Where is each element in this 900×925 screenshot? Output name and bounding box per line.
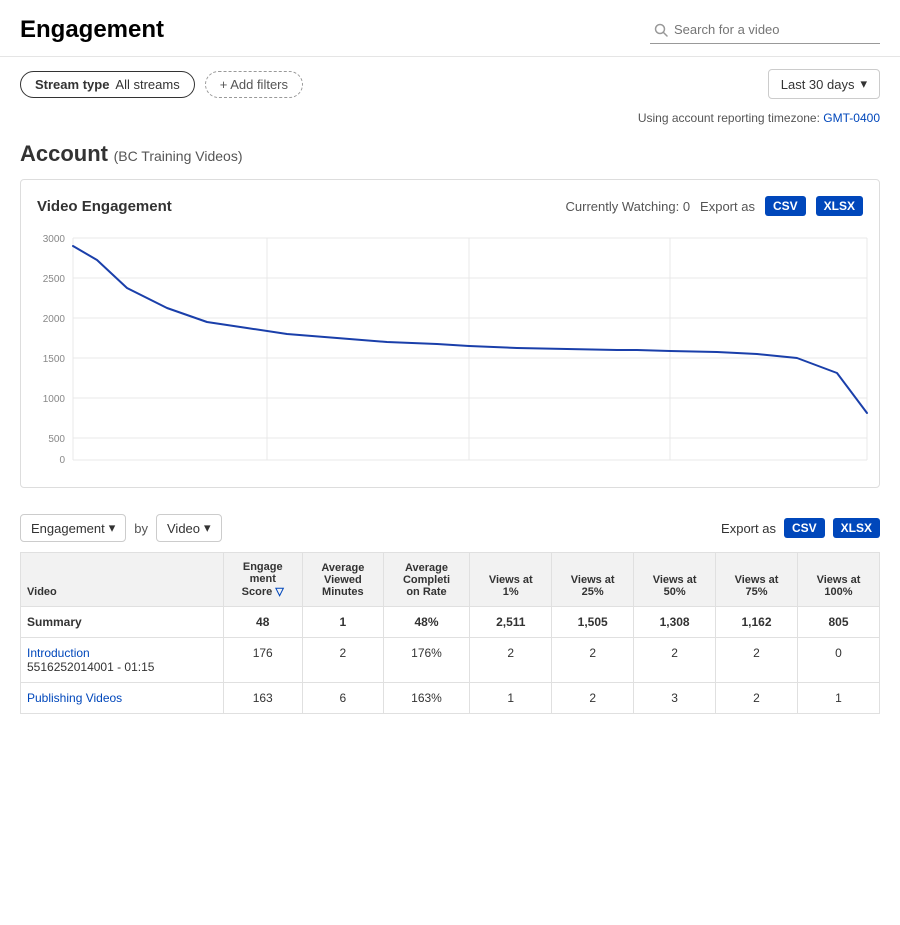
stream-type-label: Stream type [35, 77, 109, 92]
table-csv-button[interactable]: CSV [784, 518, 825, 538]
row-2-avg-viewed: 6 [302, 683, 383, 714]
col-header-views-1: Views at1% [470, 553, 552, 607]
add-filters-label: + Add filters [220, 77, 288, 92]
chevron-down-icon: ▾ [860, 76, 867, 92]
filters-left: Stream type All streams + Add filters [20, 71, 303, 98]
summary-views-1: 2,511 [470, 607, 552, 638]
date-range-select[interactable]: Last 30 days ▾ [768, 69, 880, 99]
chevron-down-icon: ▾ [109, 520, 116, 536]
timezone-label: Using account reporting timezone: [638, 111, 820, 125]
col-header-avg-viewed: AverageViewedMinutes [302, 553, 383, 607]
engagement-chart: 3000 2500 2000 1500 1000 500 0 1% 25% [37, 228, 877, 468]
row-2-video: Publishing Videos [21, 683, 224, 714]
add-filters-button[interactable]: + Add filters [205, 71, 303, 98]
engagement-select-value: Engagement [31, 521, 105, 536]
svg-text:1000: 1000 [43, 394, 66, 405]
date-range-value: Last 30 days [781, 77, 855, 92]
currently-watching-label: Currently Watching: 0 [566, 199, 691, 214]
search-box[interactable] [650, 16, 880, 44]
account-label: Account [20, 141, 108, 166]
summary-engagement: 48 [223, 607, 302, 638]
row-2-views-25: 2 [552, 683, 634, 714]
chart-title: Video Engagement [37, 198, 172, 215]
row-1-avg-viewed: 2 [302, 638, 383, 683]
chart-xlsx-button[interactable]: XLSX [816, 196, 863, 216]
row-1-views-75: 2 [716, 638, 798, 683]
row-2-video-link[interactable]: Publishing Videos [27, 691, 122, 705]
col-header-views-100: Views at100% [797, 553, 879, 607]
filters-row: Stream type All streams + Add filters La… [0, 57, 900, 111]
col-header-engagement[interactable]: EngagementScore ▽ [223, 553, 302, 607]
table-export: Export as CSV XLSX [721, 518, 880, 538]
row-2-views-100: 1 [797, 683, 879, 714]
summary-views-75: 1,162 [716, 607, 798, 638]
table-header-row: Video EngagementScore ▽ AverageViewedMin… [21, 553, 880, 607]
row-1-video: Introduction 5516252014001 - 01:15 [21, 638, 224, 683]
row-1-engagement: 176 [223, 638, 302, 683]
chevron-down-icon-2: ▾ [204, 520, 211, 536]
svg-text:3000: 3000 [43, 234, 66, 245]
col-header-avg-completion: AverageCompletion Rate [383, 553, 470, 607]
timezone-link[interactable]: GMT-0400 [823, 111, 880, 125]
row-1-video-id: 5516252014001 - 01:15 [27, 660, 154, 674]
chart-card: Video Engagement Currently Watching: 0 E… [20, 179, 880, 488]
stream-type-value: All streams [115, 77, 179, 92]
row-2-engagement: 163 [223, 683, 302, 714]
table-section: Engagement ▾ by Video ▾ Export as CSV XL… [20, 504, 880, 714]
row-1-views-1: 2 [470, 638, 552, 683]
table-controls: Engagement ▾ by Video ▾ Export as CSV XL… [20, 504, 880, 552]
page-header: Engagement [0, 0, 900, 57]
row-2-avg-completion: 163% [383, 683, 470, 714]
video-select-value: Video [167, 521, 200, 536]
table-xlsx-button[interactable]: XLSX [833, 518, 880, 538]
chart-header: Video Engagement Currently Watching: 0 E… [37, 196, 863, 216]
summary-views-25: 1,505 [552, 607, 634, 638]
video-select[interactable]: Video ▾ [156, 514, 222, 542]
svg-text:2000: 2000 [43, 314, 66, 325]
table-row: Introduction 5516252014001 - 01:15 176 2… [21, 638, 880, 683]
chart-csv-button[interactable]: CSV [765, 196, 806, 216]
col-header-views-75: Views at75% [716, 553, 798, 607]
col-header-views-25: Views at25% [552, 553, 634, 607]
row-1-views-100: 0 [797, 638, 879, 683]
row-1-avg-completion: 176% [383, 638, 470, 683]
col-header-views-50: Views at50% [634, 553, 716, 607]
summary-views-50: 1,308 [634, 607, 716, 638]
search-input[interactable] [674, 22, 876, 37]
table-export-label: Export as [721, 521, 776, 536]
table-controls-left: Engagement ▾ by Video ▾ [20, 514, 222, 542]
row-2-views-50: 3 [634, 683, 716, 714]
row-2-views-75: 2 [716, 683, 798, 714]
timezone-row: Using account reporting timezone: GMT-04… [0, 111, 900, 133]
account-heading: Account (BC Training Videos) [0, 133, 900, 179]
row-1-video-link[interactable]: Introduction [27, 646, 90, 660]
svg-text:0: 0 [59, 455, 65, 466]
account-sub: (BC Training Videos) [114, 148, 243, 164]
engagement-table: Video EngagementScore ▽ AverageViewedMin… [20, 552, 880, 714]
export-as-label: Export as [700, 199, 755, 214]
search-icon [654, 23, 668, 37]
engagement-select[interactable]: Engagement ▾ [20, 514, 126, 542]
row-1-views-25: 2 [552, 638, 634, 683]
summary-video: Summary [21, 607, 224, 638]
by-label: by [134, 521, 148, 536]
col-header-video: Video [21, 553, 224, 607]
row-1-views-50: 2 [634, 638, 716, 683]
summary-avg-viewed: 1 [302, 607, 383, 638]
table-row: Publishing Videos 163 6 163% 1 2 3 2 1 [21, 683, 880, 714]
svg-text:2500: 2500 [43, 274, 66, 285]
svg-text:1500: 1500 [43, 354, 66, 365]
summary-views-100: 805 [797, 607, 879, 638]
stream-type-button[interactable]: Stream type All streams [20, 71, 195, 98]
summary-avg-completion: 48% [383, 607, 470, 638]
svg-text:500: 500 [48, 434, 65, 445]
page-title: Engagement [20, 16, 164, 44]
chart-svg-container: 3000 2500 2000 1500 1000 500 0 1% 25% [37, 228, 863, 471]
row-2-views-1: 1 [470, 683, 552, 714]
summary-row: Summary 48 1 48% 2,511 1,505 1,308 1,162… [21, 607, 880, 638]
chart-meta: Currently Watching: 0 Export as CSV XLSX [566, 196, 863, 216]
